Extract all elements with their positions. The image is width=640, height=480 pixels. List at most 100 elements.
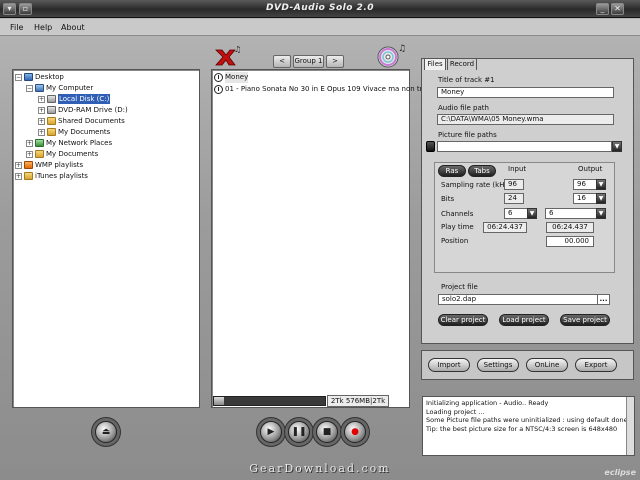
close-button[interactable]: ✕ [611,3,624,15]
tree-item-my-documents[interactable]: + My Documents [38,127,110,137]
picture-dropdown-icon[interactable]: ▼ [612,141,622,152]
project-file-label: Project file [441,283,478,291]
settings-button[interactable]: Settings [477,358,519,372]
ras-button[interactable]: Ras [438,165,466,177]
tree-item-desktop[interactable]: − Desktop [15,72,64,82]
tabs-button[interactable]: Tabs [468,165,496,177]
delete-track-button[interactable]: ♫ [214,44,244,66]
track-list[interactable]: Money 01 - Piano Sonata No 30 in E Opus … [211,69,436,408]
computer-icon [35,84,44,92]
input-column-header: Input [508,165,527,173]
track-title-field[interactable]: Money [437,87,614,98]
track-item[interactable]: 01 - Piano Sonata No 30 in E Opus 109 Vi… [214,84,436,95]
export-button[interactable]: Export [575,358,617,372]
collapse-icon[interactable]: − [26,84,33,92]
menu-help[interactable]: Help [34,23,52,32]
project-browse-button[interactable]: ... [597,294,610,305]
minimize-button[interactable]: _ [596,3,609,15]
chevron-down-icon[interactable]: ▼ [596,179,606,190]
track-title-label: Title of track #1 [438,76,495,84]
log-line: Loading project ... [426,407,485,416]
tree-item-shared-documents[interactable]: + Shared Documents [38,116,125,126]
tree-item-label: Desktop [35,73,64,81]
desktop-icon [24,73,33,81]
stop-button[interactable]: ■ [316,421,338,443]
tree-item-label: My Computer [46,84,94,92]
minimize-icon: _ [600,4,605,13]
cd-icon: ♫ [377,44,406,68]
sampling-input-field: 96 [504,179,524,190]
group-label: Group 1 [293,55,324,68]
collapse-icon[interactable]: − [15,73,22,81]
expand-icon[interactable]: + [38,95,45,103]
pause-button[interactable]: ❚❚ [288,421,310,443]
menu-file[interactable]: File [10,23,23,32]
project-file-field[interactable]: solo2.dap [438,294,609,305]
tab-files[interactable]: Files [424,58,446,70]
picture-icon[interactable] [426,141,435,152]
folder-icon [47,128,56,136]
title-bar: ▾ ▫ DVD-Audio Solo 2.0 _ ✕ [0,0,640,18]
clear-project-button[interactable]: Clear project [438,314,488,326]
expand-icon[interactable]: + [26,139,33,147]
play-time-input-field: 06:24.437 [483,222,527,233]
save-project-button[interactable]: Save project [560,314,610,326]
expand-icon[interactable]: + [38,106,45,114]
tree-item-label: DVD-RAM Drive (D:) [58,106,128,114]
folder-tree[interactable]: − Desktop − My Computer + Local Disk (C:… [12,69,200,408]
play-time-output-field: 06:24.437 [546,222,594,233]
tree-item-dvd-ram[interactable]: + DVD-RAM Drive (D:) [38,105,128,115]
sampling-output-select[interactable]: 96 [573,179,597,190]
eject-button[interactable]: ⏏ [95,421,117,443]
group-next-button[interactable]: > [326,55,344,68]
dvd-drive-icon [47,106,56,114]
bits-input-field: 24 [504,193,524,204]
tree-item-network-places[interactable]: + My Network Places [26,138,112,148]
drive-icon [47,95,56,103]
svg-text:♫: ♫ [234,45,241,54]
tree-item-label: iTunes playlists [35,172,88,180]
window-title: DVD-Audio Solo 2.0 [265,3,375,13]
chevron-down-icon[interactable]: ▼ [596,208,606,219]
track-item[interactable]: Money [214,72,249,83]
import-button[interactable]: Import [428,358,470,372]
channels-input-select[interactable]: 6 [504,208,528,219]
channels-output-select[interactable]: 6 [545,208,597,219]
online-button[interactable]: OnLine [526,358,568,372]
tree-item-itunes-playlists[interactable]: + iTunes playlists [15,171,88,181]
tree-item-my-documents-root[interactable]: + My Documents [26,149,98,159]
expand-icon[interactable]: + [38,117,45,125]
folder-icon [47,117,56,125]
capacity-bar [213,396,326,406]
picture-path-field[interactable] [437,141,612,152]
tab-record[interactable]: Record [447,58,477,70]
console-scrollbar[interactable] [626,397,634,455]
expand-icon[interactable]: + [15,161,22,169]
channels-label: Channels [441,210,474,218]
wmp-icon [24,161,33,169]
expand-icon[interactable]: + [15,172,22,180]
tree-item-label: Shared Documents [58,117,125,125]
expand-icon[interactable]: + [38,128,45,136]
expand-icon[interactable]: + [26,150,33,158]
play-icon: ▶ [267,427,275,437]
capacity-slider-handle[interactable] [214,397,224,405]
watermark-text: GearDownload.com [249,462,391,475]
tree-item-my-computer[interactable]: − My Computer [26,83,93,93]
chevron-down-icon[interactable]: ▼ [596,193,606,204]
play-button[interactable]: ▶ [260,421,282,443]
tree-item-wmp-playlists[interactable]: + WMP playlists [15,160,83,170]
load-project-button[interactable]: Load project [499,314,549,326]
burn-disc-button[interactable]: ♫ [376,40,410,68]
group-prev-button[interactable]: < [273,55,291,68]
menu-about[interactable]: About [61,23,85,32]
chevron-down-icon[interactable]: ▼ [527,208,537,219]
track-label: Money [225,72,249,83]
position-field[interactable]: 00.000 [546,236,594,247]
app-window: ▾ ▫ DVD-Audio Solo 2.0 _ ✕ File Help Abo… [0,0,640,480]
tree-item-local-disk[interactable]: + Local Disk (C:) [38,94,111,104]
bits-output-select[interactable]: 16 [573,193,597,204]
audio-path-field[interactable]: C:\DATA\WMA\05 Money.wma [437,114,614,125]
tree-item-label: Local Disk (C:) [58,94,111,104]
record-button[interactable]: ● [344,421,366,443]
